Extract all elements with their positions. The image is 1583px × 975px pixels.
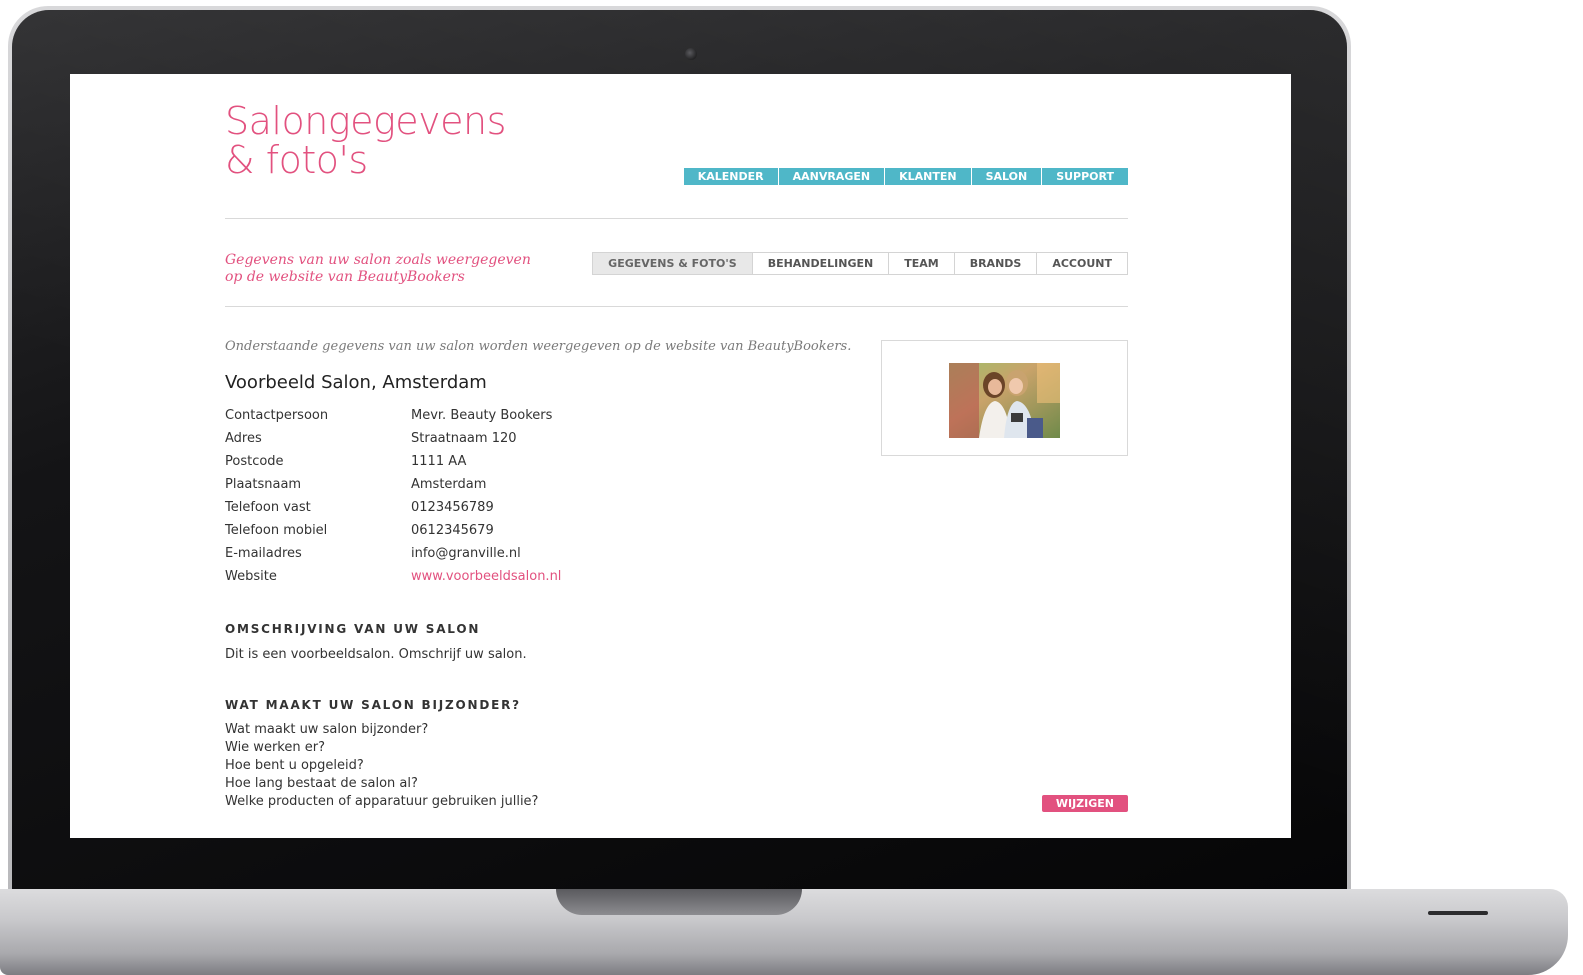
special-text: Wat maakt uw salon bijzonder? Wie werken… bbox=[225, 722, 539, 809]
nav-item-support[interactable]: SUPPORT bbox=[1041, 168, 1128, 185]
detail-label: Website bbox=[225, 569, 277, 584]
tab-account[interactable]: ACCOUNT bbox=[1036, 253, 1127, 274]
edit-button[interactable]: WIJZIGEN bbox=[1041, 795, 1128, 812]
nav-item-klanten[interactable]: KLANTEN bbox=[884, 168, 971, 185]
divider bbox=[225, 306, 1128, 307]
detail-value: Mevr. Beauty Bookers bbox=[411, 408, 553, 423]
detail-value: 0123456789 bbox=[411, 500, 494, 515]
camera-icon bbox=[685, 48, 697, 60]
detail-value: Straatnaam 120 bbox=[411, 431, 517, 446]
page-content: Salongegevens & foto's KALENDER AANVRAGE… bbox=[225, 74, 1128, 838]
detail-row: Postcode 1111 AA bbox=[225, 453, 725, 476]
tab-team[interactable]: TEAM bbox=[888, 253, 954, 274]
tab-brands[interactable]: BRANDS bbox=[953, 253, 1037, 274]
nav-item-salon[interactable]: SALON bbox=[970, 168, 1042, 185]
intro-text: Onderstaande gegevens van uw salon worde… bbox=[225, 339, 852, 354]
top-navigation: KALENDER AANVRAGEN KLANTEN SALON SUPPORT bbox=[683, 168, 1128, 185]
nav-item-kalender[interactable]: KALENDER bbox=[683, 168, 778, 185]
detail-value: 1111 AA bbox=[411, 454, 467, 469]
salon-details: Contactpersoon Mevr. Beauty Bookers Adre… bbox=[225, 407, 725, 591]
tab-gegevens-fotos[interactable]: GEGEVENS & FOTO'S bbox=[593, 253, 752, 274]
detail-row: Telefoon vast 0123456789 bbox=[225, 499, 725, 522]
page-title: Salongegevens & foto's bbox=[225, 99, 506, 182]
salon-photo[interactable] bbox=[949, 363, 1060, 438]
detail-row: Adres Straatnaam 120 bbox=[225, 430, 725, 453]
nav-item-aanvragen[interactable]: AANVRAGEN bbox=[777, 168, 885, 185]
laptop-screen: Salongegevens & foto's KALENDER AANVRAGE… bbox=[70, 74, 1291, 838]
detail-label: E-mailadres bbox=[225, 546, 302, 561]
special-heading: WAT MAAKT UW SALON BIJZONDER? bbox=[225, 698, 521, 712]
detail-value: Amsterdam bbox=[411, 477, 487, 492]
photo-box bbox=[881, 340, 1128, 456]
divider bbox=[225, 218, 1128, 219]
detail-label: Telefoon vast bbox=[225, 500, 311, 515]
sub-tabs: GEGEVENS & FOTO'S BEHANDELINGEN TEAM BRA… bbox=[592, 252, 1128, 275]
detail-value: info@granville.nl bbox=[411, 546, 521, 561]
description-text: Dit is een voorbeeldsalon. Omschrijf uw … bbox=[225, 647, 527, 662]
description-heading: OMSCHRIJVING VAN UW SALON bbox=[225, 622, 481, 636]
salon-name: Voorbeeld Salon, Amsterdam bbox=[225, 372, 487, 393]
detail-label: Telefoon mobiel bbox=[225, 523, 328, 538]
detail-label: Plaatsnaam bbox=[225, 477, 302, 492]
laptop-hinge-notch bbox=[556, 889, 802, 915]
laptop-base-slot bbox=[1428, 911, 1488, 915]
detail-row: Telefoon mobiel 0612345679 bbox=[225, 522, 725, 545]
detail-label: Contactpersoon bbox=[225, 408, 329, 423]
website-link[interactable]: www.voorbeeldsalon.nl bbox=[411, 568, 561, 591]
salon-photo-image bbox=[949, 363, 1060, 438]
tab-behandelingen[interactable]: BEHANDELINGEN bbox=[751, 253, 889, 274]
detail-row: E-mailadres info@granville.nl bbox=[225, 545, 725, 568]
detail-row: Plaatsnaam Amsterdam bbox=[225, 476, 725, 499]
detail-row: Website www.voorbeeldsalon.nl bbox=[225, 568, 725, 591]
detail-value: 0612345679 bbox=[411, 523, 494, 538]
detail-row: Contactpersoon Mevr. Beauty Bookers bbox=[225, 407, 725, 430]
page-subtitle: Gegevens van uw salon zoals weergegeven … bbox=[225, 252, 531, 285]
detail-label: Adres bbox=[225, 431, 262, 446]
detail-label: Postcode bbox=[225, 454, 284, 469]
